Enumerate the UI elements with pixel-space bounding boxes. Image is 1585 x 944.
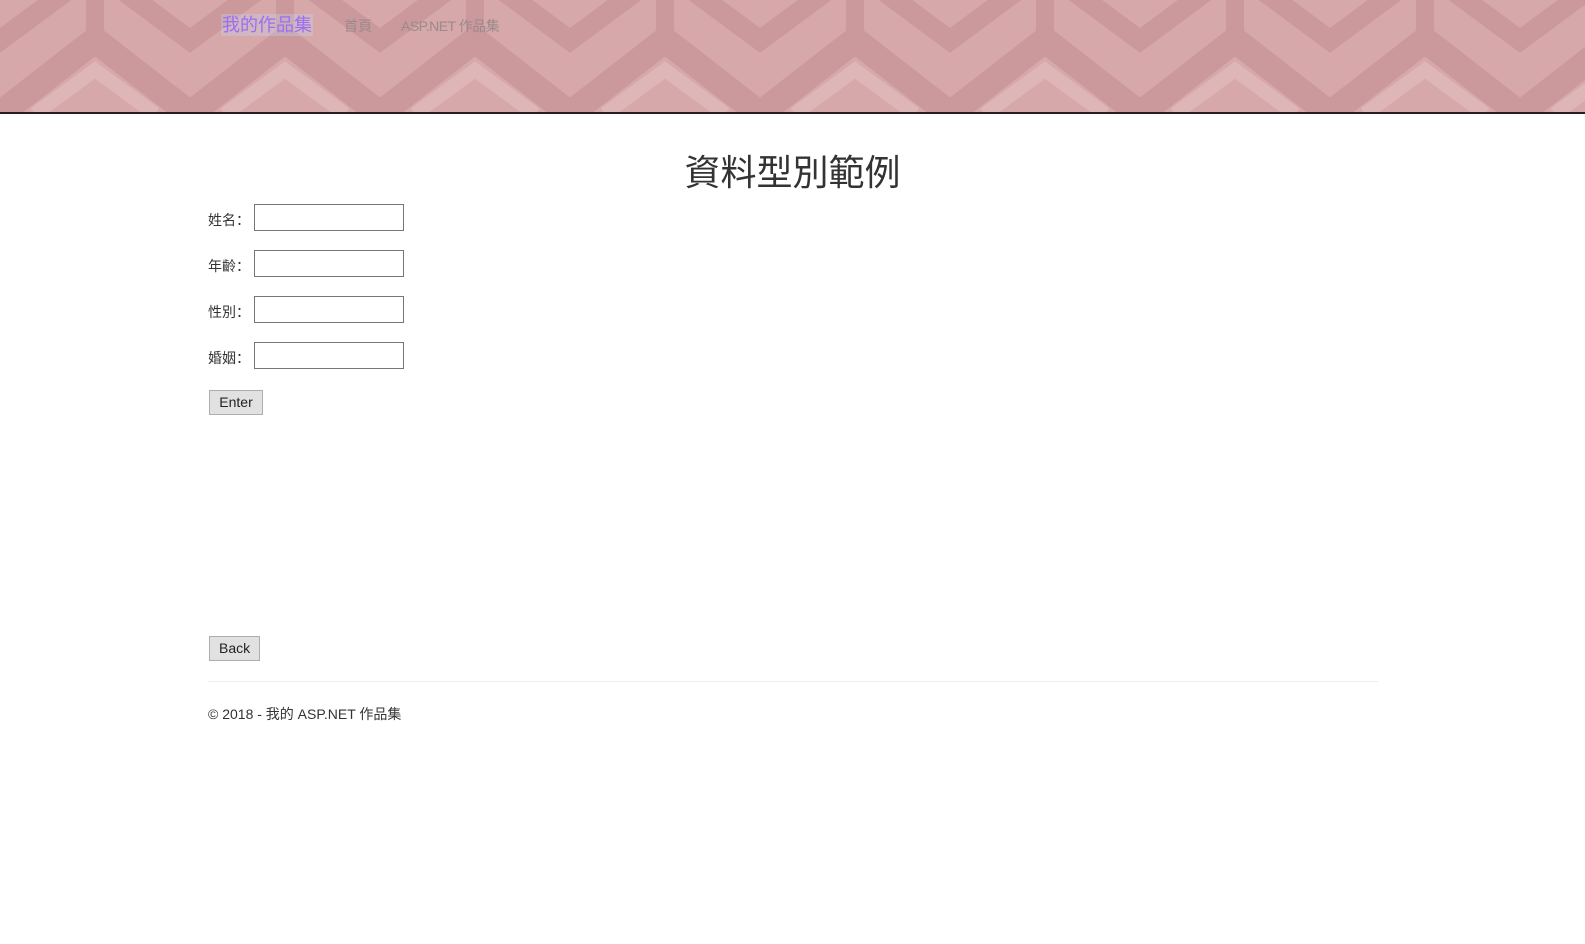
nav-link-aspnet-portfolio[interactable]: ASP.NET 作品集 <box>401 17 500 35</box>
header-navbar: 我的作品集 首頁 ASP.NET 作品集 <box>0 0 1585 114</box>
footer-copyright: © 2018 - 我的 ASP.NET 作品集 <box>208 706 402 722</box>
gender-label: 性別： <box>208 304 250 320</box>
back-button[interactable]: Back <box>209 636 260 661</box>
name-input[interactable] <box>254 204 404 231</box>
gender-input[interactable] <box>254 296 404 323</box>
age-label: 年齡： <box>208 258 250 274</box>
nav-link-home[interactable]: 首頁 <box>344 17 372 35</box>
marriage-input[interactable] <box>254 342 404 369</box>
age-input[interactable] <box>254 250 404 277</box>
page-title: 資料型別範例 <box>684 153 901 194</box>
footer-divider <box>208 681 1378 682</box>
brand-link[interactable]: 我的作品集 <box>221 14 313 36</box>
enter-button[interactable]: Enter <box>209 390 263 415</box>
name-label: 姓名： <box>208 212 250 228</box>
marriage-label: 婚姻： <box>208 350 250 366</box>
